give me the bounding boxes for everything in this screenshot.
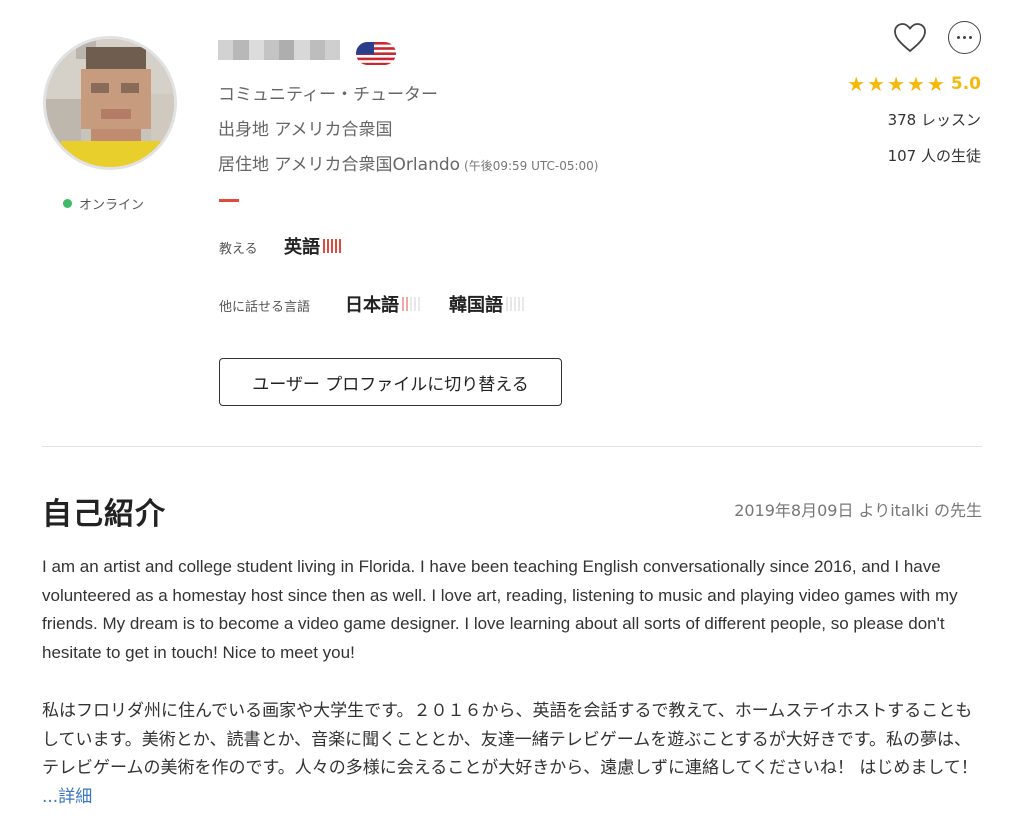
tutor-role: コミュニティー・チューター: [218, 85, 438, 105]
speaks-language-name: 日本語: [345, 295, 399, 316]
online-status-label: オンライン: [79, 198, 145, 213]
tutor-since: 2019年8月09日 よりitalki の先生: [734, 501, 982, 520]
switch-to-user-profile-button[interactable]: ユーザー プロファイルに切り替える: [219, 358, 562, 406]
speaks-label: 他に話せる言語: [219, 300, 311, 315]
online-status: オンライン: [63, 194, 144, 213]
avatar-shirt: [61, 141, 171, 167]
section-divider: [42, 446, 982, 447]
tutor-residence: 居住地 アメリカ合衆国Orlando (午後09:59 UTC-05:00): [218, 150, 599, 175]
rating-value: 5.0: [950, 74, 981, 94]
star-icon: ★: [867, 72, 886, 96]
rating: ★ ★ ★ ★ ★ 5.0: [847, 74, 981, 94]
star-icon: ★: [926, 72, 945, 96]
tutor-name-blurred: [218, 40, 340, 60]
avatar-pixel: [121, 83, 139, 93]
about-text-ja-body: 私はフロリダ州に住んでいる画家や大学生です。２０１６から、英語を会話するで教えて…: [42, 701, 978, 779]
language-level-bars: [402, 297, 420, 311]
accent-divider: [219, 199, 239, 202]
tutor-local-time: (午後09:59 UTC-05:00): [464, 159, 599, 173]
about-text-ja: 私はフロリダ州に住んでいる画家や大学生です。２０１６から、英語を会話するで教えて…: [42, 697, 982, 812]
speaks-language-ja: 日本語: [345, 291, 420, 317]
about-title: 自己紹介: [42, 497, 166, 532]
speaks-language-ko: 韓国語: [449, 291, 524, 317]
star-icon: ★: [847, 72, 866, 96]
heart-icon[interactable]: [893, 22, 927, 54]
about-text-en: I am an artist and college student livin…: [42, 557, 958, 663]
tutor-avatar[interactable]: [43, 36, 177, 170]
avatar-pixel: [91, 83, 109, 93]
avatar-face: [81, 69, 151, 129]
lesson-count: 378 レッスン: [887, 111, 981, 129]
avatar-pixel: [101, 109, 131, 119]
tutor-origin: 出身地 アメリカ合衆国: [218, 120, 393, 140]
online-dot-icon: [63, 199, 72, 208]
student-count: 107 人の生徒: [887, 147, 981, 165]
teaches-language: 英語: [284, 233, 341, 259]
language-level-bars: [323, 239, 341, 253]
language-level-bars: [506, 297, 524, 311]
speaks-language-name: 韓国語: [449, 295, 503, 316]
star-icon: ★: [907, 72, 925, 96]
teaches-label: 教える: [219, 242, 258, 257]
star-icon: ★: [887, 72, 905, 96]
read-more-link[interactable]: ...詳細: [42, 787, 92, 807]
us-flag-icon: [356, 42, 396, 65]
tutor-residence-text: 居住地 アメリカ合衆国Orlando: [218, 155, 461, 175]
teaches-language-name: 英語: [284, 237, 320, 258]
more-options-icon[interactable]: [948, 21, 981, 54]
